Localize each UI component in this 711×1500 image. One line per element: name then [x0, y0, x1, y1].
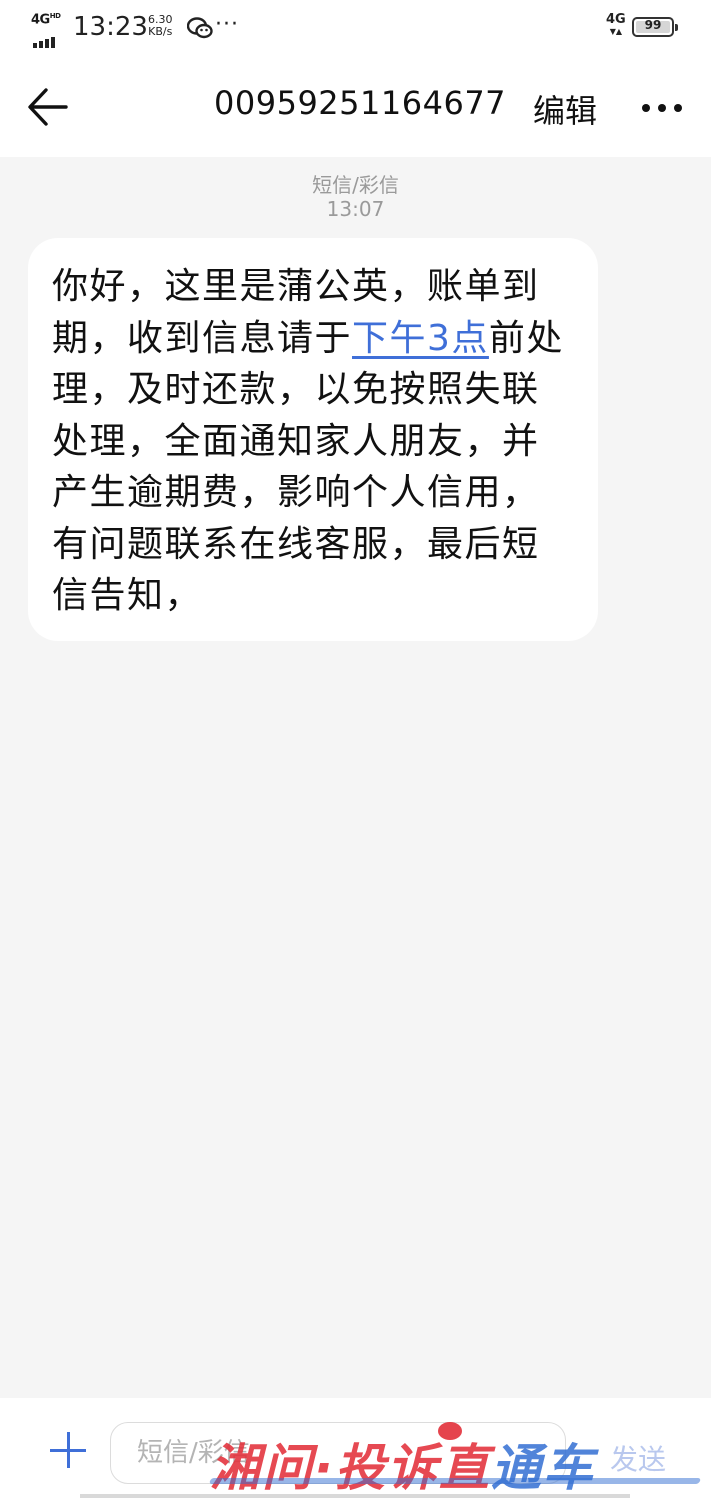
message-type-label: 短信/彩信 [312, 173, 399, 197]
battery-icon: 99 [632, 17, 678, 37]
back-button[interactable] [26, 86, 72, 128]
bottom-divider [80, 1494, 630, 1498]
send-button[interactable]: 发送 [610, 1438, 666, 1478]
message-bubble[interactable]: 你好，这里是蒲公英，账单到期，收到信息请于下午3点前处理，及时还款，以免按照失联… [28, 238, 598, 641]
add-attachment-button[interactable] [50, 1432, 86, 1468]
message-input[interactable] [110, 1422, 566, 1484]
battery-level: 99 [644, 18, 662, 32]
network-type: 4GHD [31, 12, 61, 28]
mobile-data-icon: 4G ▼▲ [606, 12, 626, 36]
conversation-header: 00959251164677 编辑 [0, 56, 711, 157]
edit-button[interactable]: 编辑 [533, 86, 597, 132]
status-time: 13:23 [73, 12, 148, 42]
message-timestamp: 13:07 [326, 197, 385, 221]
composer-bar: 发送 [0, 1398, 711, 1500]
status-bar: 4GHD 13:23 6.30 KB/s ··· 4G ▼▲ 99 [0, 0, 711, 56]
wechat-icon [186, 16, 213, 40]
cellular-signal-icon: 4GHD [31, 12, 65, 48]
network-speed: 6.30 KB/s [148, 13, 173, 38]
message-text: 你好，这里是蒲公英，账单到期，收到信息请于下午3点前处理，及时还款，以免按照失联… [52, 266, 564, 616]
more-notifications-icon: ··· [215, 12, 239, 37]
contact-number: 00959251164677 [214, 84, 507, 122]
time-link[interactable]: 下午3点 [352, 318, 489, 359]
arrow-left-icon [28, 88, 68, 126]
more-options-button[interactable] [640, 92, 684, 122]
